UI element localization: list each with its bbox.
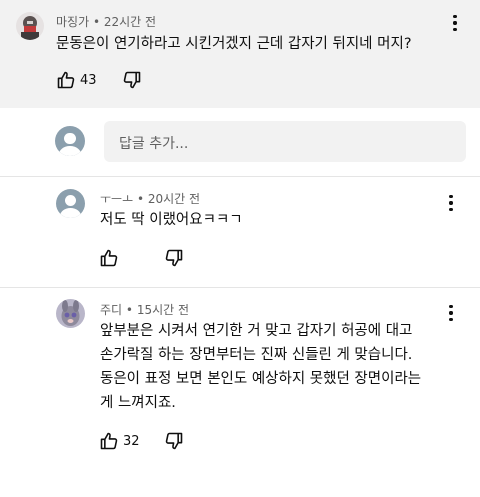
more-vert-icon[interactable] — [444, 303, 458, 323]
commenter-avatar[interactable] — [16, 12, 44, 40]
reply-avatar[interactable] — [56, 189, 85, 218]
thumbs-down-icon[interactable] — [164, 431, 184, 451]
thumbs-up-icon[interactable] — [99, 431, 119, 451]
thumbs-up-icon[interactable] — [56, 70, 76, 90]
like-count: 32 — [123, 434, 140, 449]
user-avatar[interactable] — [55, 126, 85, 156]
reply-text-line: 게 느껴지죠. — [100, 395, 176, 411]
reply-text-line: 동은이 표정 보면 본인도 예상하지 못했던 장면이라는 — [100, 371, 422, 387]
reply-text-line: 손가락질 하는 장면부터는 진짜 신들린 게 맞습니다. — [100, 347, 413, 363]
reply-placeholder: 답글 추가... — [119, 136, 189, 152]
reply-author[interactable]: 주디 — [100, 303, 122, 317]
comment-author[interactable]: 마징가 — [56, 15, 89, 29]
thumbs-down-icon[interactable] — [122, 70, 142, 90]
more-vert-icon[interactable] — [448, 13, 462, 33]
like-count: 43 — [80, 73, 97, 88]
reply-author[interactable]: ㅜㅡㅗ — [100, 192, 133, 206]
highlighted-comment: 마징가 • 22시간 전 문동은이 연기하라고 시킨거겠지 근데 갑자기 뒤지네… — [0, 0, 480, 108]
comment-time[interactable]: 22시간 전 — [104, 15, 156, 29]
reply-text: 저도 딱 이랬어요ㅋㅋㄱ — [100, 212, 243, 228]
reply-meta: ㅜㅡㅗ • 20시간 전 — [100, 190, 200, 207]
comment-text: 문동은이 연기하라고 시킨거겠지 근데 갑자기 뒤지네 머지? — [56, 36, 412, 52]
reply-avatar[interactable] — [56, 299, 85, 328]
reply-meta: 주디 • 15시간 전 — [100, 301, 189, 318]
meta-separator: • — [133, 192, 148, 206]
reply-time[interactable]: 20시간 전 — [148, 192, 200, 206]
thumbs-down-icon[interactable] — [164, 248, 184, 268]
meta-separator: • — [89, 15, 104, 29]
meta-separator: • — [122, 303, 137, 317]
more-vert-icon[interactable] — [444, 193, 458, 213]
section-divider — [0, 287, 480, 288]
reply-text-line: 앞부분은 시켜서 연기한 거 맞고 갑자기 허공에 대고 — [100, 323, 413, 339]
thumbs-up-icon[interactable] — [99, 248, 119, 268]
reply-input[interactable]: 답글 추가... — [104, 121, 466, 162]
comment-meta: 마징가 • 22시간 전 — [56, 13, 156, 30]
section-divider — [0, 176, 480, 177]
reply-time[interactable]: 15시간 전 — [137, 303, 189, 317]
